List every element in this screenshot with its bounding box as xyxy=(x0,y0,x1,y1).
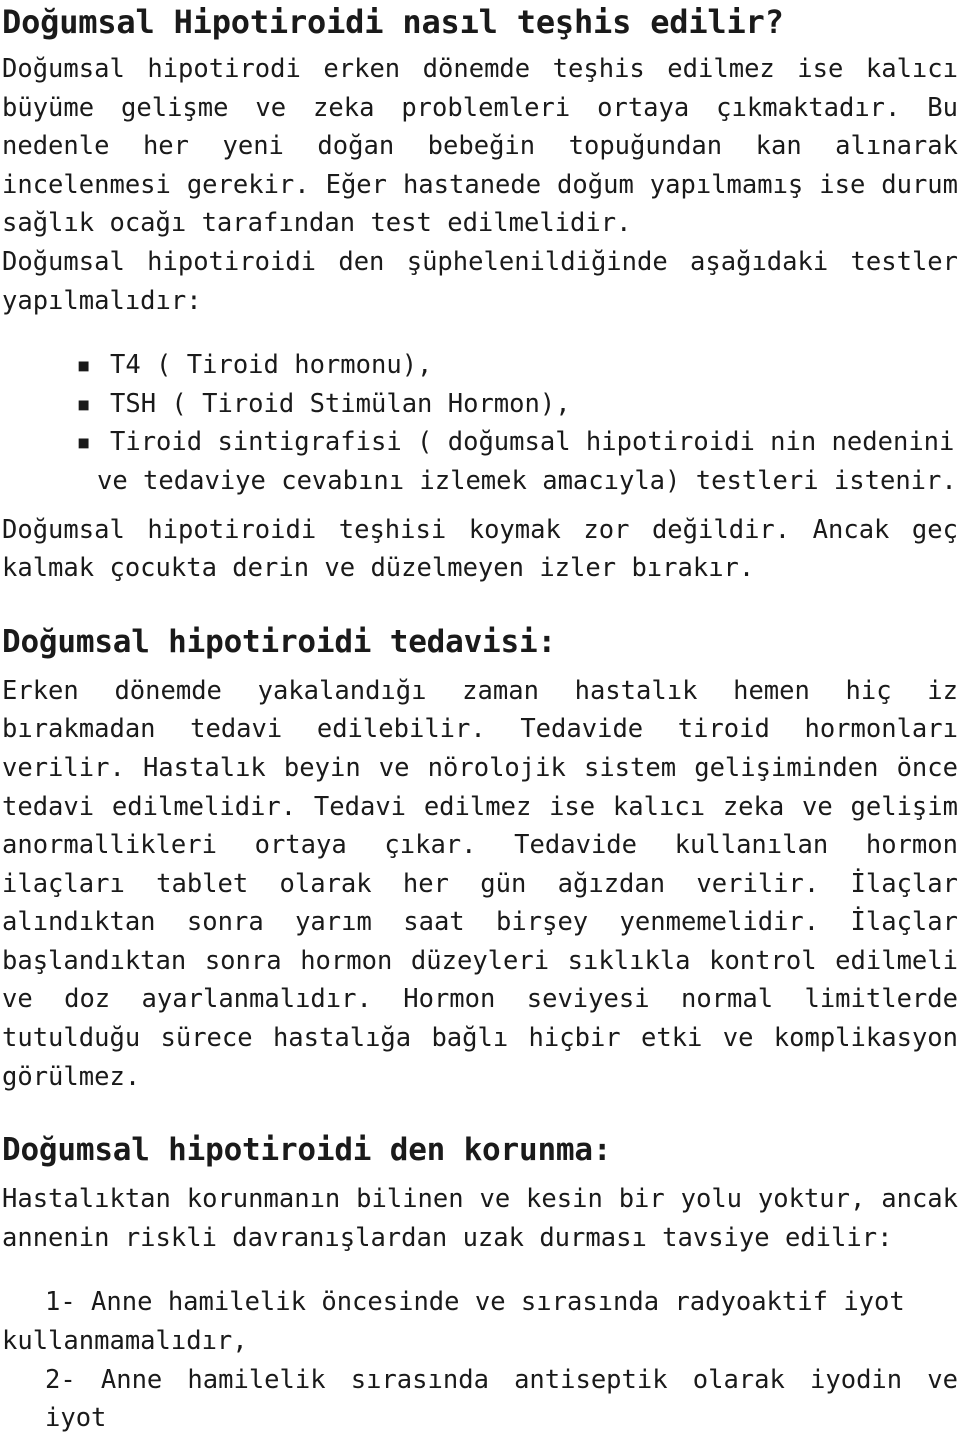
spacer-before-tests xyxy=(2,320,958,346)
prevention-list: 1- Anne hamilelik öncesinde ve sırasında… xyxy=(2,1283,958,1437)
prevention-paragraph: Hastalıktan korunmanın bilinen ve kesin … xyxy=(2,1184,958,1253)
list-item: ▪ T4 ( Tiroid hormonu), xyxy=(2,346,958,385)
bullet-icon: ▪ xyxy=(76,427,92,458)
list-item: ▪ TSH ( Tiroid Stimülan Hormon), xyxy=(2,385,958,424)
list-item-continuation: ve tedaviye cevabını izlemek amacıyla) t… xyxy=(97,465,957,496)
list-item: 1- Anne hamilelik öncesinde ve sırasında… xyxy=(2,1283,958,1360)
list-item-label: 1- Anne hamilelik öncesinde ve sırasında… xyxy=(45,1287,905,1318)
bullet-icon: ▪ xyxy=(76,388,92,419)
spacer-before-prevention-list xyxy=(2,1257,958,1283)
document-page: Doğumsal Hipotiroidi nasıl teşhis edilir… xyxy=(0,0,960,1438)
list-item-continuation: kullanmamalıdır, xyxy=(2,1326,248,1357)
spacer-after-tests xyxy=(2,501,958,511)
tests-list: ▪ T4 ( Tiroid hormonu), ▪ TSH ( Tiroid S… xyxy=(2,346,958,500)
list-item: ▪ Tiroid sintigrafisi ( doğumsal hipotir… xyxy=(2,423,958,500)
intro-paragraph: Doğumsal hipotirodi erken dönemde teşhis… xyxy=(2,54,958,239)
spacer-after-treatment-heading xyxy=(2,662,958,672)
list-item: 2- Anne hamilelik sırasında antiseptik o… xyxy=(2,1361,958,1438)
tests-intro-paragraph: Doğumsal hipotiroidi den şüphelenildiğin… xyxy=(2,246,958,316)
diagnosis-note-paragraph: Doğumsal hipotiroidi teşhisi koymak zor … xyxy=(2,514,958,584)
treatment-paragraph: Erken dönemde yakalandığı zaman hastalık… xyxy=(2,675,958,1092)
spacer-before-treatment-heading xyxy=(2,588,958,622)
prevention-heading: Doğumsal hipotiroidi den korunma: xyxy=(2,1132,612,1169)
spacer-before-prevention-heading xyxy=(2,1096,958,1130)
bullet-icon: ▪ xyxy=(76,350,92,381)
list-item-label: TSH ( Tiroid Stimülan Hormon), xyxy=(110,388,571,419)
list-item-label: 2- Anne hamilelik sırasında antiseptik o… xyxy=(45,1364,958,1434)
treatment-heading: Doğumsal hipotiroidi tedavisi: xyxy=(2,623,556,660)
list-item-label: Tiroid sintigrafisi ( doğumsal hipotiroi… xyxy=(110,427,955,458)
list-item-label: T4 ( Tiroid hormonu), xyxy=(110,350,433,381)
spacer-after-prevention-heading xyxy=(2,1170,958,1180)
page-title: Doğumsal Hipotiroidi nasıl teşhis edilir… xyxy=(2,3,784,41)
